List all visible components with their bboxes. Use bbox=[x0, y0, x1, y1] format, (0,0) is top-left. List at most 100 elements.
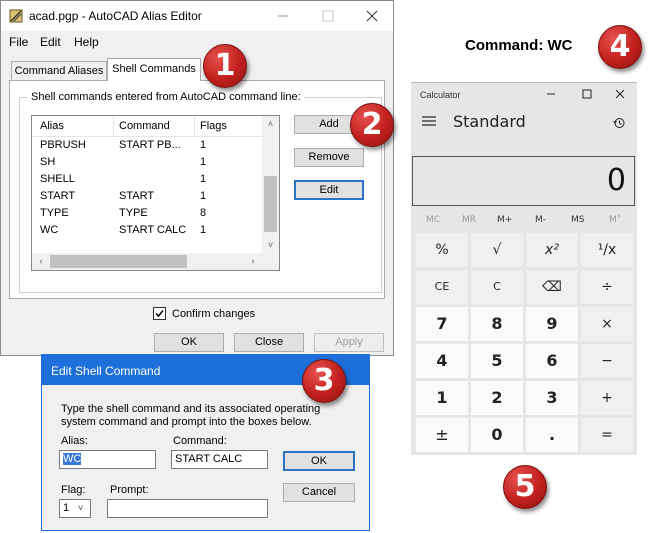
command-value: START CALC bbox=[175, 453, 243, 465]
square-root-key[interactable]: √ bbox=[471, 233, 523, 267]
multiply-key[interactable]: × bbox=[581, 307, 633, 341]
minimize-icon[interactable] bbox=[273, 7, 293, 25]
clear-key[interactable]: C bbox=[471, 270, 523, 304]
clear-entry-key[interactable]: CE bbox=[416, 270, 468, 304]
minimize-icon[interactable] bbox=[544, 87, 558, 101]
add-key[interactable]: + bbox=[581, 381, 633, 415]
table-row[interactable]: START START 1 bbox=[32, 188, 262, 205]
apply-button[interactable]: Apply bbox=[314, 333, 384, 352]
maximize-icon[interactable] bbox=[318, 7, 338, 25]
scroll-right-icon[interactable]: › bbox=[246, 253, 260, 270]
calculator-window: Calculator Standard 0 MC MR M+ M- MS M˅ … bbox=[411, 82, 637, 455]
checkmark-icon bbox=[155, 310, 164, 318]
table-row[interactable]: PBRUSH START PB... 1 bbox=[32, 137, 262, 154]
scroll-up-icon[interactable]: ˄ bbox=[262, 116, 279, 132]
scroll-corner bbox=[262, 253, 279, 270]
percent-key[interactable]: % bbox=[416, 233, 468, 267]
close-icon[interactable] bbox=[613, 87, 627, 101]
command-caption: Command: WC bbox=[465, 37, 573, 54]
cell-flags: 8 bbox=[200, 207, 207, 219]
flag-value: 1 bbox=[63, 502, 70, 514]
digit-2-key[interactable]: 2 bbox=[471, 381, 523, 415]
table-row[interactable]: WC START CALC 1 bbox=[32, 222, 262, 239]
cell-command: TYPE bbox=[119, 207, 148, 219]
menu-item-help[interactable]: Help bbox=[74, 35, 99, 49]
memory-recall-button[interactable]: MR bbox=[462, 215, 476, 225]
command-field[interactable]: START CALC bbox=[171, 450, 268, 469]
digit-4-key[interactable]: 4 bbox=[416, 344, 468, 378]
digit-3-key[interactable]: 3 bbox=[526, 381, 578, 415]
column-divider bbox=[113, 116, 114, 136]
list-rows: PBRUSH START PB... 1 SH 1 SHELL 1 START … bbox=[32, 137, 262, 247]
digit-8-key[interactable]: 8 bbox=[471, 307, 523, 341]
memory-subtract-button[interactable]: M- bbox=[535, 215, 546, 225]
alias-field[interactable]: WC bbox=[59, 450, 156, 469]
scroll-left-icon[interactable]: ‹ bbox=[34, 253, 48, 270]
memory-list-button[interactable]: M˅ bbox=[609, 215, 621, 225]
title-bar: acad.pgp - AutoCAD Alias Editor bbox=[1, 1, 393, 31]
confirm-changes-checkbox[interactable] bbox=[153, 307, 166, 320]
table-row[interactable]: SH 1 bbox=[32, 154, 262, 171]
horizontal-scrollbar[interactable]: ‹ › bbox=[32, 253, 262, 270]
square-key[interactable]: x² bbox=[526, 233, 578, 267]
maximize-icon[interactable] bbox=[580, 87, 594, 101]
column-header-command[interactable]: Command bbox=[119, 120, 170, 132]
tab-label: Shell Commands bbox=[112, 63, 196, 75]
ok-button[interactable]: OK bbox=[154, 333, 224, 352]
shell-command-list[interactable]: Alias Command Flags PBRUSH START PB... 1… bbox=[31, 115, 280, 271]
digit-5-key[interactable]: 5 bbox=[471, 344, 523, 378]
cell-flags: 1 bbox=[200, 224, 207, 236]
reciprocal-key[interactable]: ¹/x bbox=[581, 233, 633, 267]
display-value: 0 bbox=[606, 163, 626, 198]
divide-key[interactable]: ÷ bbox=[581, 270, 633, 304]
digit-9-key[interactable]: 9 bbox=[526, 307, 578, 341]
column-header-flags[interactable]: Flags bbox=[200, 120, 227, 132]
digit-6-key[interactable]: 6 bbox=[526, 344, 578, 378]
memory-add-button[interactable]: M+ bbox=[497, 215, 512, 225]
menu-item-file[interactable]: File bbox=[9, 35, 28, 49]
column-divider bbox=[194, 116, 195, 136]
digit-7-key[interactable]: 7 bbox=[416, 307, 468, 341]
column-header-alias[interactable]: Alias bbox=[40, 120, 64, 132]
digit-0-key[interactable]: 0 bbox=[471, 418, 523, 452]
tab-shell-commands[interactable]: Shell Commands bbox=[107, 58, 201, 81]
dialog-instructions: Type the shell command and its associate… bbox=[61, 403, 320, 429]
prompt-label: Prompt: bbox=[110, 484, 149, 496]
scroll-down-icon[interactable]: ˅ bbox=[262, 237, 279, 253]
menu-item-edit[interactable]: Edit bbox=[40, 35, 61, 49]
cell-alias: PBRUSH bbox=[40, 139, 86, 151]
cell-command: START CALC bbox=[119, 224, 187, 236]
backspace-key[interactable]: ⌫ bbox=[526, 270, 578, 304]
history-icon[interactable] bbox=[612, 116, 626, 130]
table-row[interactable]: TYPE TYPE 8 bbox=[32, 205, 262, 222]
group-label: Shell commands entered from AutoCAD comm… bbox=[28, 91, 304, 103]
tab-panel: Shell commands entered from AutoCAD comm… bbox=[9, 80, 385, 299]
table-row[interactable]: SHELL 1 bbox=[32, 171, 262, 188]
chevron-down-icon: ˅ bbox=[78, 503, 84, 513]
close-button[interactable]: Close bbox=[234, 333, 304, 352]
negate-key[interactable]: ± bbox=[416, 418, 468, 452]
prompt-field[interactable] bbox=[107, 499, 268, 518]
edit-button[interactable]: Edit bbox=[294, 180, 364, 200]
remove-button[interactable]: Remove bbox=[294, 148, 364, 167]
cell-flags: 1 bbox=[200, 156, 207, 168]
subtract-key[interactable]: − bbox=[581, 344, 633, 378]
close-icon[interactable] bbox=[362, 7, 382, 25]
tab-command-aliases[interactable]: Command Aliases bbox=[11, 61, 107, 80]
flag-select[interactable]: 1 ˅ bbox=[59, 499, 91, 518]
step-badge-2: 2 bbox=[350, 103, 394, 147]
dialog-ok-button[interactable]: OK bbox=[283, 451, 355, 471]
equals-key[interactable]: = bbox=[581, 418, 633, 452]
scroll-thumb[interactable] bbox=[50, 255, 187, 268]
vertical-scrollbar[interactable]: ˄ ˅ bbox=[262, 116, 279, 253]
hamburger-menu-icon[interactable] bbox=[420, 114, 438, 128]
cell-alias: SH bbox=[40, 156, 56, 168]
scroll-thumb[interactable] bbox=[264, 176, 277, 232]
memory-store-button[interactable]: MS bbox=[571, 215, 584, 225]
memory-clear-button[interactable]: MC bbox=[426, 215, 440, 225]
dialog-cancel-button[interactable]: Cancel bbox=[283, 483, 355, 502]
cell-alias: WC bbox=[40, 224, 59, 236]
alias-value: WC bbox=[63, 453, 82, 465]
decimal-key[interactable]: . bbox=[526, 418, 578, 452]
digit-1-key[interactable]: 1 bbox=[416, 381, 468, 415]
